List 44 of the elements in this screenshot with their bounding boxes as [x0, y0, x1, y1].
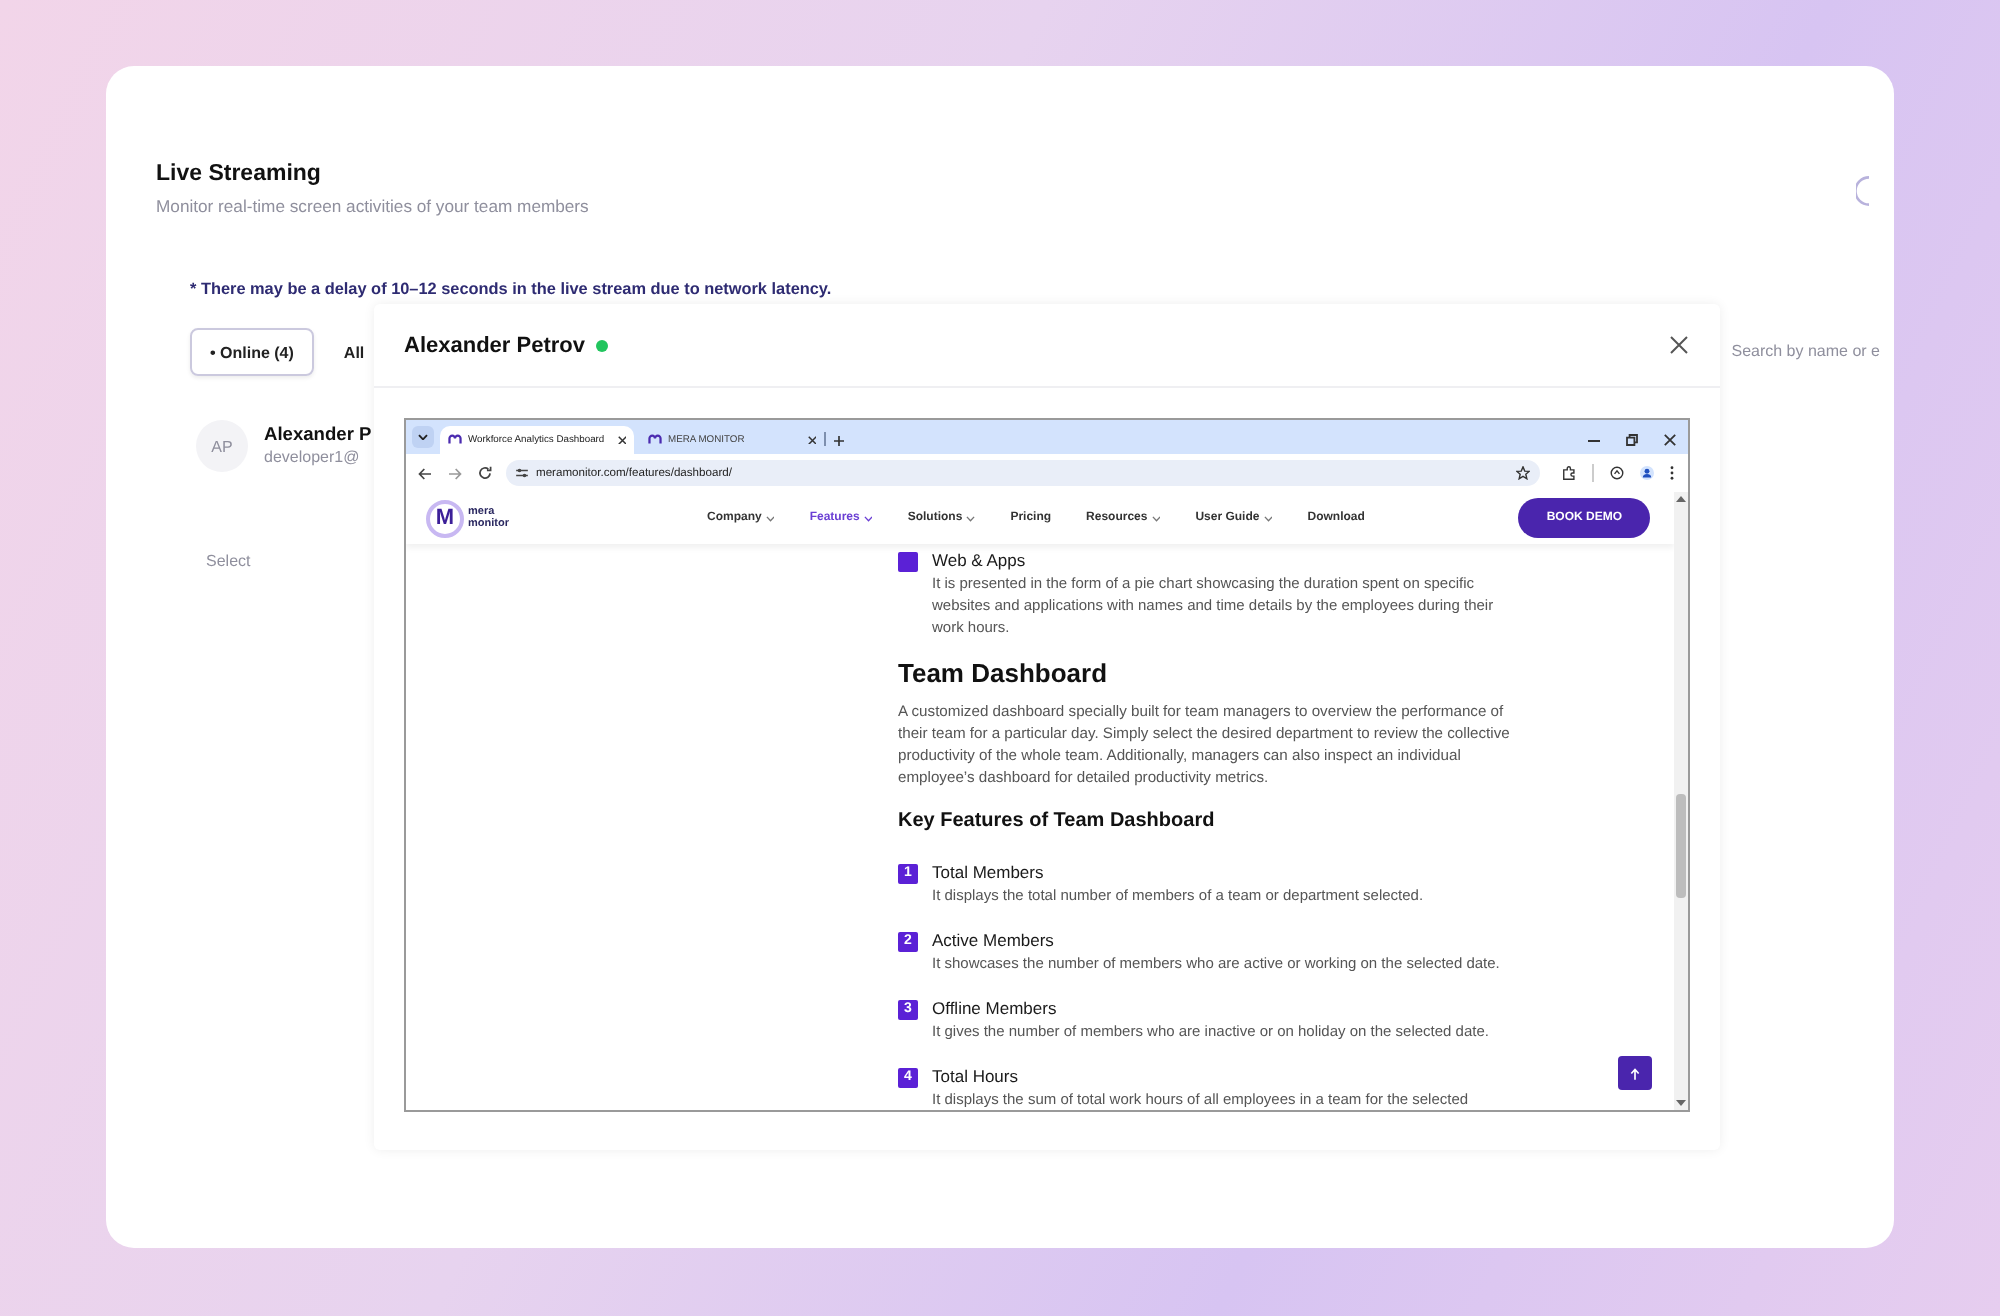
column-header: Select: [206, 552, 251, 572]
tune-icon[interactable]: [516, 468, 528, 478]
logo-icon: [448, 434, 462, 446]
feature-title: Offline Members: [932, 998, 1059, 1020]
arrow-up-icon: [1630, 1067, 1640, 1079]
filter-tab[interactable]: • Online (4): [190, 328, 314, 376]
feature-title: Total Hours: [932, 1066, 1020, 1088]
profile-icon[interactable]: [1640, 466, 1654, 480]
forward-arrow-icon[interactable]: [448, 467, 462, 479]
feature-title: Active Members: [932, 930, 1056, 952]
section-heading: Team Dashboard: [898, 658, 1110, 690]
restore-icon[interactable]: [1626, 434, 1638, 446]
close-icon[interactable]: [1664, 434, 1676, 446]
member-avatar: AP: [196, 420, 248, 472]
close-icon[interactable]: [617, 435, 626, 445]
tab-list-button[interactable]: [412, 426, 434, 448]
star-icon[interactable]: [1516, 466, 1530, 480]
page-subtitle: Monitor real-time screen activities of your team members: [156, 196, 589, 218]
triangle-up-icon[interactable]: [1676, 496, 1686, 502]
scroll-to-top-button[interactable]: [1618, 1056, 1652, 1090]
feature-title: Total Members: [932, 862, 1046, 884]
caret-icon: [418, 433, 428, 441]
subsection-heading: Key Features of Team Dashboard: [898, 808, 1217, 834]
scrollbar-thumb[interactable]: [1676, 794, 1686, 898]
feature-title: Web & Apps: [932, 550, 1028, 572]
modal-title: Alexander Petrov: [404, 333, 585, 357]
close-icon[interactable]: [1670, 336, 1688, 354]
reload-icon[interactable]: [478, 466, 492, 480]
puzzle-icon[interactable]: [1562, 466, 1576, 480]
triangle-down-icon[interactable]: [1676, 1100, 1686, 1106]
circle-caret-icon[interactable]: [1610, 466, 1624, 480]
logo-icon: [648, 434, 662, 446]
delay-notice: * There may be a delay of 10–12 seconds in the live stream due to network latency.: [190, 280, 834, 300]
filter-tab[interactable]: All: [323, 328, 385, 376]
square-icon: [898, 551, 918, 571]
plus-icon[interactable]: [834, 436, 844, 446]
close-icon[interactable]: [807, 435, 816, 445]
page-title: Live Streaming: [156, 160, 323, 188]
arc-icon: [1856, 176, 1870, 206]
member-name: Alexander P: [264, 422, 372, 446]
member-email: developer1@: [264, 446, 362, 470]
back-arrow-icon[interactable]: [418, 467, 432, 479]
logo-mark: M: [426, 499, 464, 537]
minimize-icon[interactable]: [1588, 439, 1600, 441]
